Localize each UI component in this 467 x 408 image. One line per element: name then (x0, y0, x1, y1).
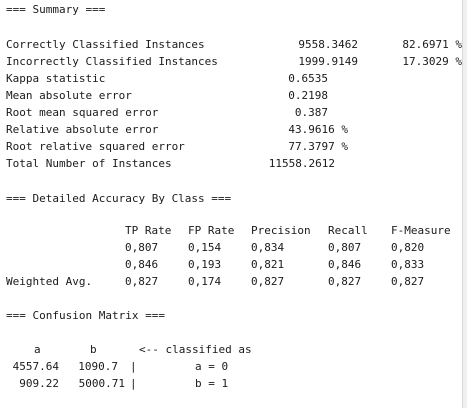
summary-label-total: Total Number of Instances (6, 157, 172, 170)
accuracy-header: === Detailed Accuracy By Class === (6, 192, 232, 205)
confusion-col-b: b (90, 343, 97, 356)
classifier-output-panel: === Summary === Correctly Classified Ins… (0, 0, 462, 408)
confusion-row1-a: 4557.64 (12, 360, 59, 373)
confusion-classified-as: <-- classified as (139, 343, 252, 356)
vertical-scrollbar[interactable] (462, 0, 467, 408)
summary-label-rae: Relative absolute error (6, 123, 159, 136)
summary-label-correct: Correctly Classified Instances (6, 38, 205, 51)
accuracy-row3-recall: 0,827 (328, 275, 362, 288)
accuracy-row1-fp: 0,154 (188, 241, 222, 254)
summary-value-rrse: 77.3797 % (288, 140, 348, 153)
summary-value-total: 11558.2612 (268, 157, 335, 170)
summary-pct-incorrect: 17.3029 % (402, 55, 462, 68)
summary-value-rae: 43.9616 % (288, 123, 348, 136)
summary-value-incorrect: 1999.9149 (298, 55, 358, 68)
accuracy-row1-precision: 0,834 (251, 241, 285, 254)
accuracy-weighted-avg-label: Weighted Avg. (6, 275, 93, 288)
summary-header: === Summary === (6, 3, 106, 16)
summary-value-rmse: 0.387 (294, 106, 328, 119)
summary-pct-correct: 82.6971 % (402, 38, 462, 51)
summary-label-rrse: Root relative squared error (6, 140, 185, 153)
accuracy-row3-precision: 0,827 (251, 275, 285, 288)
summary-label-mae: Mean absolute error (6, 89, 132, 102)
summary-label-rmse: Root mean squared error (6, 106, 159, 119)
accuracy-col-recall: Recall (328, 224, 368, 237)
summary-label-kappa: Kappa statistic (6, 72, 106, 85)
accuracy-col-fp-rate: FP Rate (188, 224, 235, 237)
confusion-row2-class: b = 1 (195, 377, 229, 390)
summary-label-incorrect: Incorrectly Classified Instances (6, 55, 218, 68)
summary-value-mae: 0.2198 (288, 89, 328, 102)
accuracy-row2-precision: 0,821 (251, 258, 285, 271)
accuracy-col-f-measure: F-Measure (391, 224, 451, 237)
accuracy-row2-tp: 0,846 (125, 258, 159, 271)
accuracy-row3-f-measure: 0,827 (391, 275, 425, 288)
accuracy-row3-fp: 0,174 (188, 275, 222, 288)
accuracy-row2-fp: 0,193 (188, 258, 222, 271)
accuracy-row2-recall: 0,846 (328, 258, 362, 271)
accuracy-row1-f-measure: 0,820 (391, 241, 425, 254)
summary-value-kappa: 0.6535 (288, 72, 328, 85)
accuracy-row1-tp: 0,807 (125, 241, 159, 254)
confusion-col-a: a (34, 343, 41, 356)
accuracy-row3-tp: 0,827 (125, 275, 159, 288)
accuracy-col-precision: Precision (251, 224, 311, 237)
confusion-row1-class: a = 0 (195, 360, 229, 373)
summary-value-correct: 9558.3462 (298, 38, 358, 51)
confusion-row2-a: 909.22 (19, 377, 59, 390)
confusion-row1-separator: | (130, 360, 137, 373)
confusion-header: === Confusion Matrix === (6, 309, 165, 322)
confusion-row1-b: 1090.7 (78, 360, 118, 373)
confusion-row2-separator: | (130, 377, 137, 390)
confusion-row2-b: 5000.71 (78, 377, 125, 390)
accuracy-row2-f-measure: 0,833 (391, 258, 425, 271)
accuracy-row1-recall: 0,807 (328, 241, 362, 254)
accuracy-col-tp-rate: TP Rate (125, 224, 172, 237)
